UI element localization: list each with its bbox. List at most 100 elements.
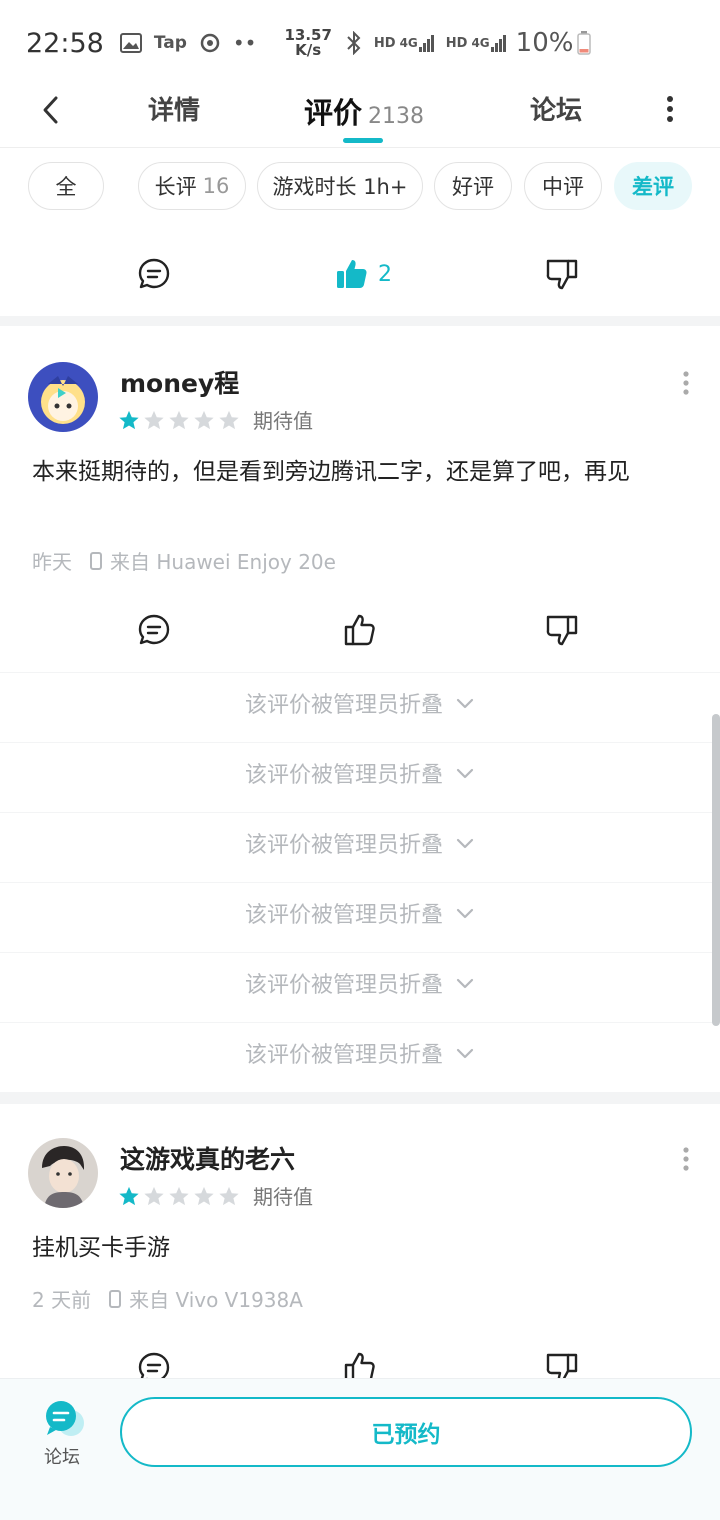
username[interactable]: money程 bbox=[120, 364, 239, 400]
folded-label: 该评价被管理员折叠 bbox=[244, 833, 443, 858]
review-card: 这游戏真的老六 期待值 挂机买卡手游 2 天前 来自 Vivo V1938A bbox=[0, 1104, 720, 1378]
gallery-icon bbox=[119, 33, 142, 53]
battery-icon bbox=[577, 31, 592, 55]
folded-review[interactable]: 该评价被管理员折叠 bbox=[0, 883, 720, 943]
filter-negative[interactable]: 差评 bbox=[614, 162, 692, 210]
signal-icon-2 bbox=[490, 35, 506, 52]
review-text[interactable]: 本来挺期待的，但是看到旁边腾讯二字，还是算了吧，再见 bbox=[32, 452, 692, 492]
filter-negative-label: 差评 bbox=[632, 175, 674, 199]
signal-group-1: HD 4G bbox=[374, 33, 436, 53]
star-rating: 期待值 bbox=[118, 405, 313, 434]
folded-review[interactable]: 该评价被管理员折叠 bbox=[0, 673, 720, 733]
reviews-count: 2138 bbox=[368, 104, 425, 129]
network-speed: 13.57 K/s bbox=[284, 28, 331, 58]
dislike-button[interactable] bbox=[544, 600, 580, 660]
chevron-down-icon bbox=[456, 908, 474, 919]
thumbs-down-icon bbox=[546, 615, 578, 646]
star-empty-icon bbox=[219, 410, 239, 429]
chevron-down-icon bbox=[456, 768, 474, 779]
review-time: 2 天前 bbox=[32, 1288, 92, 1312]
review-filter-chips: 全 长评 16 游戏时长 1h+ 好评 中评 差评 bbox=[28, 162, 720, 212]
thumbs-up-icon bbox=[344, 614, 375, 646]
filter-playtime-label: 游戏时长 1h+ bbox=[272, 175, 408, 199]
review-actions bbox=[0, 1338, 720, 1378]
phone-icon bbox=[109, 1289, 122, 1308]
rating-label: 期待值 bbox=[253, 1185, 313, 1209]
review-device: 来自 Huawei Enjoy 20e bbox=[110, 550, 336, 574]
section-divider bbox=[0, 316, 720, 326]
filter-positive-label: 好评 bbox=[452, 175, 494, 199]
filter-long-count: 16 bbox=[202, 174, 230, 198]
comment-button[interactable] bbox=[136, 244, 172, 304]
battery-percent: 10% bbox=[515, 28, 574, 58]
star-empty-icon bbox=[169, 410, 189, 429]
star-filled-icon bbox=[119, 1186, 139, 1205]
review-meta: 昨天 来自 Huawei Enjoy 20e bbox=[32, 546, 336, 575]
star-empty-icon bbox=[144, 410, 164, 429]
more-vertical-icon[interactable] bbox=[660, 94, 680, 124]
star-rating: 期待值 bbox=[118, 1181, 313, 1210]
prev-review-actions: 2 bbox=[0, 244, 720, 304]
review-card: money程 期待值 本来挺期待的，但是看到旁边腾讯二字，还是算了吧，再见 昨天… bbox=[0, 326, 720, 672]
chevron-down-icon bbox=[456, 978, 474, 989]
review-text[interactable]: 挂机买卡手游 bbox=[32, 1228, 692, 1268]
filter-playtime[interactable]: 游戏时长 1h+ bbox=[257, 162, 423, 210]
net-label-2: 4G bbox=[471, 36, 490, 50]
comment-icon bbox=[138, 614, 170, 645]
star-empty-icon bbox=[194, 410, 214, 429]
folded-review[interactable]: 该评价被管理员折叠 bbox=[0, 813, 720, 873]
comment-icon bbox=[138, 258, 170, 289]
tab-details[interactable]: 详情 bbox=[148, 90, 200, 127]
folded-review[interactable]: 该评价被管理员折叠 bbox=[0, 743, 720, 803]
review-more-icon[interactable] bbox=[676, 368, 696, 398]
dislike-button[interactable] bbox=[544, 244, 580, 304]
tab-forum[interactable]: 论坛 bbox=[530, 90, 582, 127]
rating-label: 期待值 bbox=[253, 409, 313, 433]
sync-icon bbox=[199, 32, 221, 54]
username[interactable]: 这游戏真的老六 bbox=[120, 1140, 295, 1176]
net-label-1: 4G bbox=[399, 36, 418, 50]
scrollbar[interactable] bbox=[712, 714, 720, 1026]
signal-icon-1 bbox=[418, 35, 434, 52]
status-time: 22:58 bbox=[26, 27, 104, 59]
more-dots-icon: •• bbox=[232, 31, 257, 55]
like-button-active[interactable]: 2 bbox=[334, 244, 392, 304]
reserved-button[interactable]: 已预约 bbox=[120, 1397, 692, 1467]
avatar[interactable] bbox=[28, 362, 98, 432]
folded-review[interactable]: 该评价被管理员折叠 bbox=[0, 953, 720, 1013]
folded-label: 该评价被管理员折叠 bbox=[244, 1043, 443, 1068]
phone-icon bbox=[90, 551, 102, 570]
filter-long[interactable]: 长评 16 bbox=[138, 162, 246, 210]
review-device: 来自 Vivo V1938A bbox=[129, 1288, 303, 1312]
thumbs-up-icon bbox=[344, 1352, 375, 1378]
like-button[interactable] bbox=[342, 600, 378, 660]
filter-neutral[interactable]: 中评 bbox=[524, 162, 602, 210]
bottom-bar: 论坛 已预约 bbox=[0, 1378, 720, 1520]
forum-label[interactable]: 论坛 bbox=[44, 1443, 80, 1469]
comment-icon bbox=[138, 1352, 170, 1378]
tap-app-icon: Tap bbox=[153, 33, 187, 53]
filter-positive[interactable]: 好评 bbox=[434, 162, 512, 210]
star-empty-icon bbox=[144, 1186, 164, 1205]
folded-label: 该评价被管理员折叠 bbox=[244, 973, 443, 998]
tab-reviews-label: 评价 bbox=[304, 96, 363, 130]
chevron-down-icon bbox=[456, 698, 474, 709]
star-filled-icon bbox=[119, 410, 139, 429]
status-bar: 22:58 Tap •• 13.57 K/s HD 4G HD 4G 10% bbox=[0, 0, 720, 86]
review-more-icon[interactable] bbox=[676, 1144, 696, 1174]
forum-icon[interactable] bbox=[42, 1399, 86, 1439]
tab-reviews[interactable]: 评价 2138 bbox=[304, 90, 424, 132]
folded-review[interactable]: 该评价被管理员折叠 bbox=[0, 1023, 720, 1083]
filter-all-label: 全 bbox=[55, 175, 77, 199]
back-arrow-icon[interactable] bbox=[32, 90, 72, 130]
dislike-button[interactable] bbox=[544, 1338, 580, 1378]
comment-button[interactable] bbox=[136, 1338, 172, 1378]
folded-label: 该评价被管理员折叠 bbox=[244, 693, 443, 718]
filter-all[interactable]: 全 bbox=[28, 162, 104, 210]
like-button[interactable] bbox=[342, 1338, 378, 1378]
avatar[interactable] bbox=[28, 1138, 98, 1208]
comment-button[interactable] bbox=[136, 600, 172, 660]
star-empty-icon bbox=[219, 1186, 239, 1205]
filter-neutral-label: 中评 bbox=[542, 175, 584, 199]
signal-group-2: HD 4G bbox=[446, 33, 508, 53]
